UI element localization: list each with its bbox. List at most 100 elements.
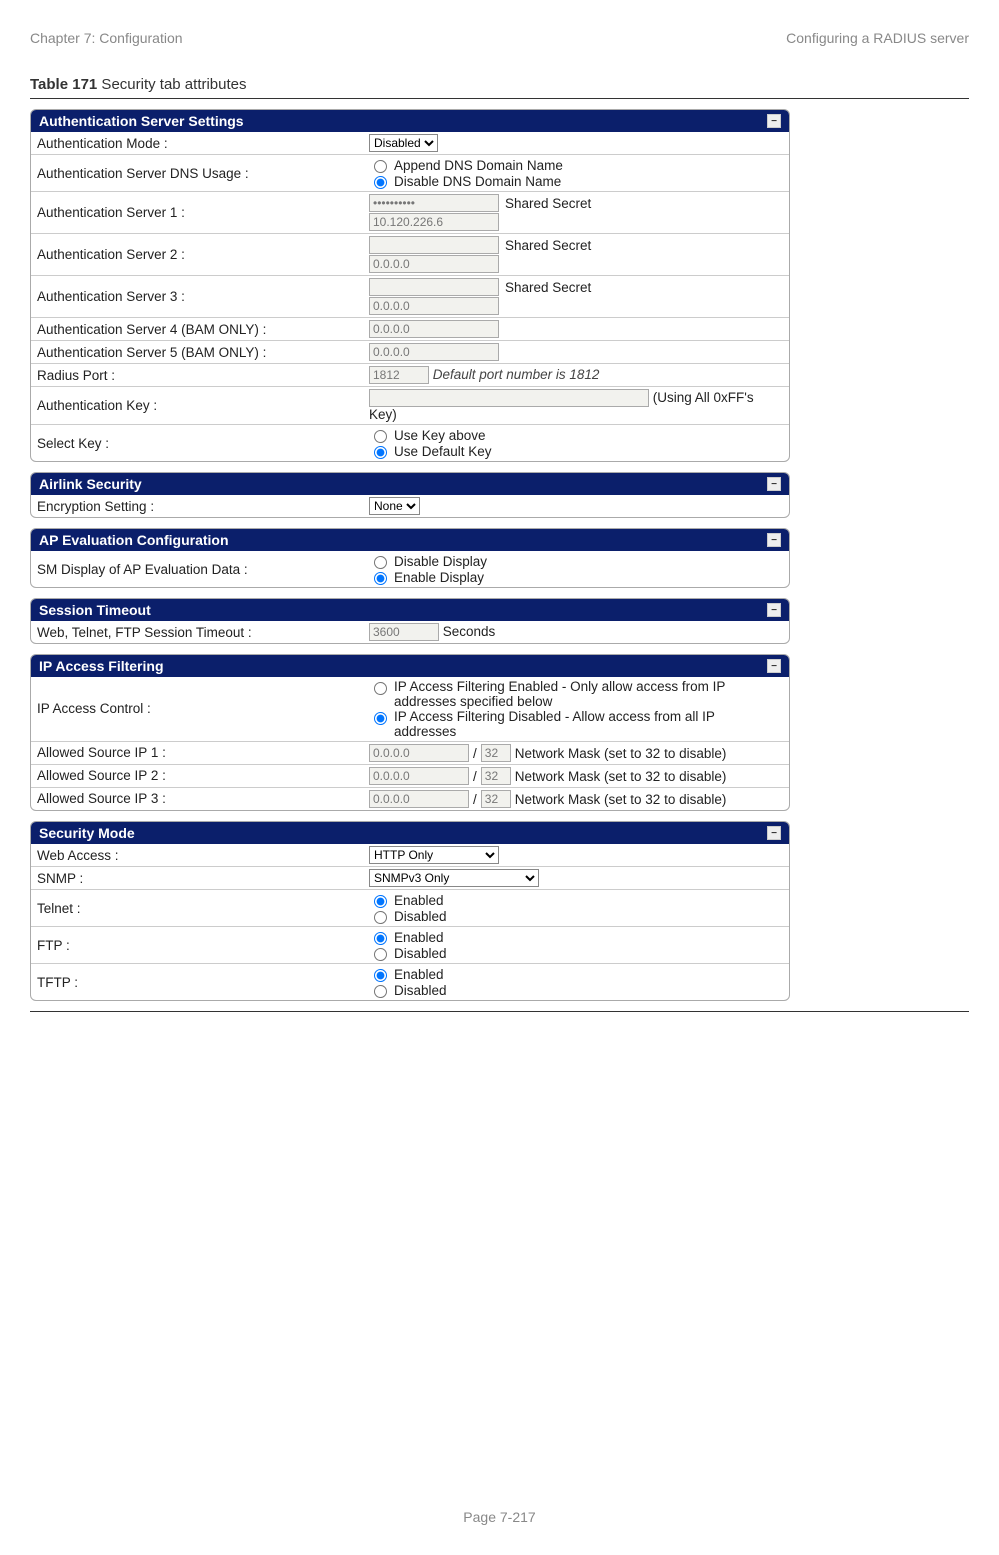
enable-display-radio[interactable] — [374, 572, 387, 585]
telnet-enabled-radio[interactable] — [374, 895, 387, 908]
section-header-ipfilter: IP Access Filtering − — [31, 655, 789, 677]
section-header-auth: Authentication Server Settings − — [31, 110, 789, 132]
enabled-label: Enabled — [394, 967, 444, 982]
encryption-label: Encryption Setting : — [31, 495, 363, 517]
enabled-label: Enabled — [394, 930, 444, 945]
radius-port-input[interactable] — [369, 366, 429, 384]
allowed-ip1-mask[interactable] — [481, 744, 511, 762]
snmp-select[interactable]: SNMPv3 Only — [369, 869, 539, 887]
section-ap-eval: AP Evaluation Configuration − SM Display… — [30, 528, 790, 588]
mask-note: Network Mask (set to 32 to disable) — [515, 746, 727, 761]
page-footer: Page 7-217 — [0, 1509, 999, 1525]
auth-server1-ip[interactable] — [369, 213, 499, 231]
section-header-airlink: Airlink Security − — [31, 473, 789, 495]
allowed-ip2-mask[interactable] — [481, 767, 511, 785]
web-access-select[interactable]: HTTP Only — [369, 846, 499, 864]
auth-mode-select[interactable]: Disabled — [369, 134, 438, 152]
section-title: IP Access Filtering — [39, 658, 164, 674]
divider — [30, 98, 969, 99]
allowed-ip2-input[interactable] — [369, 767, 469, 785]
auth-server5-label: Authentication Server 5 (BAM ONLY) : — [31, 341, 363, 364]
section-title: AP Evaluation Configuration — [39, 532, 229, 548]
auth-server1-label: Authentication Server 1 : — [31, 192, 363, 234]
telnet-disabled-radio[interactable] — [374, 911, 387, 924]
auth-server4-ip[interactable] — [369, 320, 499, 338]
ftp-disabled-radio[interactable] — [374, 948, 387, 961]
tftp-disabled-radio[interactable] — [374, 985, 387, 998]
radius-port-label: Radius Port : — [31, 364, 363, 387]
ip-filter-disabled-label: IP Access Filtering Disabled - Allow acc… — [394, 709, 779, 739]
collapse-icon[interactable]: − — [767, 477, 781, 491]
section-airlink-security: Airlink Security − Encryption Setting : … — [30, 472, 790, 518]
auth-server3-secret[interactable] — [369, 278, 499, 296]
ip-filter-enabled-radio[interactable] — [374, 682, 387, 695]
radius-port-note: Default port number is 1812 — [433, 367, 600, 382]
collapse-icon[interactable]: − — [767, 826, 781, 840]
enabled-label: Enabled — [394, 893, 444, 908]
collapse-icon[interactable]: − — [767, 114, 781, 128]
disable-display-radio[interactable] — [374, 556, 387, 569]
table-name: Security tab attributes — [97, 76, 246, 93]
auth-server4-label: Authentication Server 4 (BAM ONLY) : — [31, 318, 363, 341]
section-security-mode: Security Mode − Web Access : HTTP Only S… — [30, 821, 790, 1001]
section-title: Security Mode — [39, 825, 135, 841]
collapse-icon[interactable]: − — [767, 533, 781, 547]
dns-append-label: Append DNS Domain Name — [394, 158, 563, 173]
auth-server1-secret[interactable] — [369, 194, 499, 212]
auth-server2-label: Authentication Server 2 : — [31, 234, 363, 276]
seconds-label: Seconds — [443, 624, 496, 639]
mask-note: Network Mask (set to 32 to disable) — [515, 792, 727, 807]
slash-label: / — [473, 769, 477, 784]
section-header-session: Session Timeout − — [31, 599, 789, 621]
shared-secret-label: Shared Secret — [505, 196, 591, 211]
sm-display-label: SM Display of AP Evaluation Data : — [31, 551, 363, 587]
collapse-icon[interactable]: − — [767, 603, 781, 617]
use-key-above-label: Use Key above — [394, 428, 486, 443]
tftp-label: TFTP : — [31, 964, 363, 1001]
section-header-secmode: Security Mode − — [31, 822, 789, 844]
tftp-enabled-radio[interactable] — [374, 969, 387, 982]
web-access-label: Web Access : — [31, 844, 363, 867]
allowed-ip2-label: Allowed Source IP 2 : — [31, 764, 363, 787]
dns-disable-radio[interactable] — [374, 176, 387, 189]
allowed-ip1-label: Allowed Source IP 1 : — [31, 741, 363, 764]
dns-append-radio[interactable] — [374, 160, 387, 173]
auth-server3-label: Authentication Server 3 : — [31, 276, 363, 318]
enable-display-label: Enable Display — [394, 570, 484, 585]
allowed-ip3-input[interactable] — [369, 790, 469, 808]
use-default-key-radio[interactable] — [374, 446, 387, 459]
section-ip-filtering: IP Access Filtering − IP Access Control … — [30, 654, 790, 811]
section-header-apeval: AP Evaluation Configuration − — [31, 529, 789, 551]
encryption-select[interactable]: None — [369, 497, 420, 515]
ftp-enabled-radio[interactable] — [374, 932, 387, 945]
telnet-label: Telnet : — [31, 890, 363, 927]
divider — [30, 1011, 969, 1012]
use-default-key-label: Use Default Key — [394, 444, 492, 459]
auth-server2-secret[interactable] — [369, 236, 499, 254]
disabled-label: Disabled — [394, 909, 447, 924]
auth-server5-ip[interactable] — [369, 343, 499, 361]
auth-key-input[interactable] — [369, 389, 649, 407]
auth-key-label: Authentication Key : — [31, 387, 363, 425]
auth-server2-ip[interactable] — [369, 255, 499, 273]
collapse-icon[interactable]: − — [767, 659, 781, 673]
section-title: Airlink Security — [39, 476, 142, 492]
select-key-label: Select Key : — [31, 425, 363, 462]
disabled-label: Disabled — [394, 946, 447, 961]
allowed-ip1-input[interactable] — [369, 744, 469, 762]
use-key-above-radio[interactable] — [374, 430, 387, 443]
ftp-label: FTP : — [31, 927, 363, 964]
ip-filter-disabled-radio[interactable] — [374, 712, 387, 725]
allowed-ip3-label: Allowed Source IP 3 : — [31, 787, 363, 810]
ip-control-label: IP Access Control : — [31, 677, 363, 741]
session-timeout-label: Web, Telnet, FTP Session Timeout : — [31, 621, 363, 643]
session-timeout-input[interactable] — [369, 623, 439, 641]
table-number: Table 171 — [30, 76, 97, 93]
page-header: Chapter 7: Configuration Configuring a R… — [30, 30, 969, 46]
auth-server3-ip[interactable] — [369, 297, 499, 315]
section-auth-settings: Authentication Server Settings − Authent… — [30, 109, 790, 462]
auth-mode-label: Authentication Mode : — [31, 132, 363, 155]
slash-label: / — [473, 792, 477, 807]
disable-display-label: Disable Display — [394, 554, 487, 569]
allowed-ip3-mask[interactable] — [481, 790, 511, 808]
